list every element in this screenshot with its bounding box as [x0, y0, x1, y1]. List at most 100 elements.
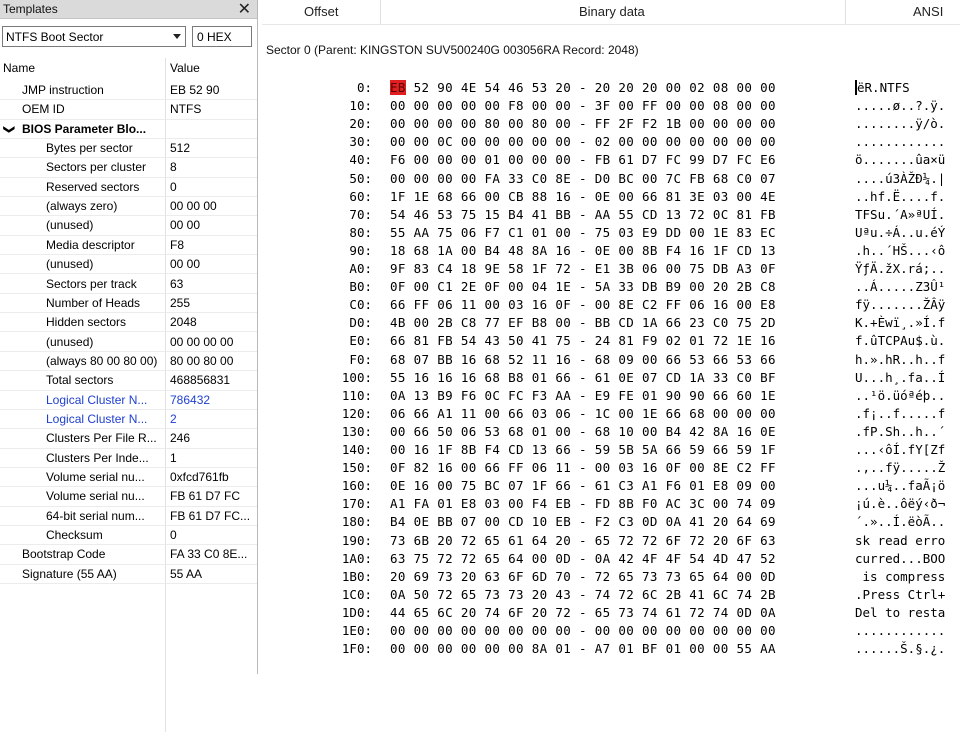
column-name-header[interactable]: Name [3, 61, 35, 75]
hex-row-bytes[interactable]: 00 00 00 00 00 00 00 00 - 00 00 00 00 00… [390, 623, 776, 638]
template-row[interactable]: (unused) 00 00 00 00 [0, 333, 257, 352]
hex-row-ansi[interactable]: ŸƒÄ.žX.rá;.. [855, 261, 960, 276]
hex-row-bytes[interactable]: 00 00 00 00 FA 33 C0 8E - D0 BC 00 7C FB… [390, 171, 776, 186]
hex-row-bytes[interactable]: EB 52 90 4E 54 46 53 20 - 20 20 20 00 02… [390, 80, 776, 95]
template-row[interactable]: Clusters Per File R... 246 [0, 429, 257, 449]
hex-row-bytes[interactable]: 63 75 72 72 65 64 00 0D - 0A 42 4F 4F 54… [390, 551, 776, 566]
hex-row-ansi[interactable]: fÿ.......ŽÂÿ [855, 297, 960, 312]
template-row[interactable]: Bytes per sector 512 [0, 139, 257, 159]
template-row[interactable]: (always zero) 00 00 00 [0, 197, 257, 217]
template-row[interactable]: ❯ BIOS Parameter Blo... [0, 120, 257, 139]
hex-row-bytes[interactable]: 54 46 53 75 15 B4 41 BB - AA 55 CD 13 72… [390, 207, 776, 222]
hex-row-bytes[interactable]: 55 AA 75 06 F7 C1 01 00 - 75 03 E9 DD 00… [390, 225, 776, 240]
template-row[interactable]: Reserved sectors 0 [0, 178, 257, 198]
hex-row-ansi[interactable]: curred...BOO [855, 551, 960, 566]
hex-row-bytes[interactable]: B4 0E BB 07 00 CD 10 EB - F2 C3 0D 0A 41… [390, 514, 776, 529]
hex-row-bytes[interactable]: 0E 16 00 75 BC 07 1F 66 - 61 C3 A1 F6 01… [390, 478, 776, 493]
template-row[interactable]: OEM ID NTFS [0, 100, 257, 120]
template-row[interactable]: (unused) 00 00 [0, 255, 257, 275]
hex-row-ansi[interactable]: ........ÿ/ò. [855, 116, 960, 131]
hex-row-ansi[interactable]: ¡ú.è..ôëý‹ð¬ [855, 496, 960, 511]
template-row[interactable]: 64-bit serial num... FB 61 D7 FC... [0, 507, 257, 526]
column-value-header[interactable]: Value [170, 61, 200, 75]
hex-row-ansi[interactable]: K.+Èwï¸.»Í.f [855, 315, 960, 330]
hex-row-ansi[interactable]: ............ [855, 134, 960, 149]
template-row[interactable]: (unused) 00 00 [0, 216, 257, 236]
hex-row-ansi[interactable]: ..Á.....Z3Û¹ [855, 279, 960, 294]
template-row[interactable]: Clusters Per Inde... 1 [0, 449, 257, 468]
template-row[interactable]: Sectors per cluster 8 [0, 158, 257, 178]
hex-row-bytes[interactable]: 68 07 BB 16 68 52 11 16 - 68 09 00 66 53… [390, 352, 776, 367]
hex-row-bytes[interactable]: 20 69 73 20 63 6F 6D 70 - 72 65 73 73 65… [390, 569, 776, 584]
hex-row-bytes[interactable]: 44 65 6C 20 74 6F 20 72 - 65 73 74 61 72… [390, 605, 776, 620]
template-row[interactable]: Total sectors 468856831 [0, 371, 257, 391]
hex-row-ansi[interactable]: ...‹ôÍ.fY[Zf [855, 442, 960, 457]
chevron-down-icon[interactable]: ❯ [3, 125, 16, 134]
template-row[interactable]: Volume serial nu... 0xfcd761fb [0, 468, 257, 488]
hex-row-ansi[interactable]: h.».hR..h..f [855, 352, 960, 367]
hex-row-ansi[interactable]: sk read erro [855, 533, 960, 548]
hex-row-ansi[interactable]: .fP.Sh..h..´ [855, 424, 960, 439]
hex-row-bytes[interactable]: 0A 50 72 65 73 73 20 43 - 74 72 6C 2B 41… [390, 587, 776, 602]
column-divider[interactable] [380, 0, 381, 24]
hex-row-ansi[interactable]: .‚..fÿ.....Ž [855, 460, 960, 475]
hex-row-ansi[interactable]: ..hf.Ë....f. [855, 189, 960, 204]
hex-row-bytes[interactable]: A1 FA 01 E8 03 00 F4 EB - FD 8B F0 AC 3C… [390, 496, 776, 511]
hex-row-bytes[interactable]: 66 81 FB 54 43 50 41 75 - 24 81 F9 02 01… [390, 333, 776, 348]
template-row[interactable]: Number of Heads 255 [0, 294, 257, 314]
hex-row-ansi[interactable]: ö.......ûa×ü [855, 152, 960, 167]
hex-row-ansi[interactable]: ......Š.§.¿. [855, 641, 960, 656]
hex-row-ansi[interactable]: .....ø..?.ÿ. [855, 98, 960, 113]
hex-row-ansi[interactable]: Uªu.÷Á..u.éÝ [855, 225, 960, 240]
template-row[interactable]: Checksum 0 [0, 526, 257, 546]
hex-row-ansi[interactable]: ....ú3ÀŽÐ¼.| [855, 171, 960, 186]
hex-row-bytes[interactable]: 00 00 00 00 00 F8 00 00 - 3F 00 FF 00 00… [390, 98, 776, 113]
hex-row-ansi[interactable]: is compress [855, 569, 960, 584]
template-row[interactable]: Logical Cluster N... 786432 [0, 391, 257, 410]
template-row[interactable]: (always 80 00 80 00) 80 00 80 00 [0, 352, 257, 372]
template-row[interactable]: Bootstrap Code FA 33 C0 8E... [0, 545, 257, 565]
offset-field[interactable]: 0 HEX [192, 26, 252, 47]
template-row[interactable]: Volume serial nu... FB 61 D7 FC [0, 487, 257, 507]
selected-byte[interactable]: EB [390, 80, 406, 95]
hex-row-ansi[interactable]: U...h¸.fa..Í [855, 370, 960, 385]
template-row[interactable]: JMP instruction EB 52 90 [0, 81, 257, 101]
hex-row-bytes[interactable]: 00 00 00 00 00 00 8A 01 - A7 01 BF 01 00… [390, 641, 776, 656]
hex-row-ansi[interactable]: TFSu.´A»ªUÍ. [855, 207, 960, 222]
hex-row-ansi[interactable]: ...u¼..faÃ¡ö [855, 478, 960, 493]
hex-row-ansi[interactable]: ´.»..Í.ëòÃ.. [855, 514, 960, 529]
template-row[interactable]: Sectors per track 63 [0, 275, 257, 294]
column-divider[interactable] [845, 0, 846, 24]
hex-row-bytes[interactable]: 1F 1E 68 66 00 CB 88 16 - 0E 00 66 81 3E… [390, 189, 776, 204]
hex-row-bytes[interactable]: F6 00 00 00 01 00 00 00 - FB 61 D7 FC 99… [390, 152, 776, 167]
hex-row-bytes[interactable]: 00 16 1F 8B F4 CD 13 66 - 59 5B 5A 66 59… [390, 442, 776, 457]
hex-row-bytes[interactable]: 0F 00 C1 2E 0F 00 04 1E - 5A 33 DB B9 00… [390, 279, 776, 294]
hex-row-bytes[interactable]: 0A 13 B9 F6 0C FC F3 AA - E9 FE 01 90 90… [390, 388, 776, 403]
template-row[interactable]: Hidden sectors 2048 [0, 313, 257, 333]
hex-row-ansi[interactable]: .f¡..f.....f [855, 406, 960, 421]
hex-row-bytes[interactable]: 00 00 0C 00 00 00 00 00 - 02 00 00 00 00… [390, 134, 776, 149]
hex-row-bytes[interactable]: 06 66 A1 11 00 66 03 06 - 1C 00 1E 66 68… [390, 406, 776, 421]
hex-row-bytes[interactable]: 00 00 00 00 80 00 80 00 - FF 2F F2 1B 00… [390, 116, 776, 131]
template-row[interactable]: Media descriptor F8 [0, 236, 257, 256]
hex-row-bytes[interactable]: 0F 82 16 00 66 FF 06 11 - 00 03 16 0F 00… [390, 460, 776, 475]
hex-row-ansi[interactable]: ëR.NTFS [855, 80, 960, 95]
hex-row-ansi[interactable]: .h..´HŠ...‹ô [855, 243, 960, 258]
hex-row-bytes[interactable]: 00 66 50 06 53 68 01 00 - 68 10 00 B4 42… [390, 424, 776, 439]
template-select[interactable]: NTFS Boot Sector [2, 26, 186, 47]
hex-row-bytes[interactable]: 18 68 1A 00 B4 48 8A 16 - 0E 00 8B F4 16… [390, 243, 776, 258]
hex-row-ansi[interactable]: Del to resta [855, 605, 960, 620]
hex-row-ansi[interactable]: ..¹ö.üóªéþ.. [855, 388, 960, 403]
hex-row-bytes[interactable]: 73 6B 20 72 65 61 64 20 - 65 72 72 6F 72… [390, 533, 776, 548]
close-icon[interactable]: ✕ [238, 0, 251, 19]
template-row-value: 468856831 [170, 373, 231, 388]
hex-row-bytes[interactable]: 9F 83 C4 18 9E 58 1F 72 - E1 3B 06 00 75… [390, 261, 776, 276]
template-row[interactable]: Signature (55 AA) 55 AA [0, 565, 257, 585]
hex-row-bytes[interactable]: 55 16 16 16 68 B8 01 66 - 61 0E 07 CD 1A… [390, 370, 776, 385]
hex-row-ansi[interactable]: ............ [855, 623, 960, 638]
hex-row-bytes[interactable]: 66 FF 06 11 00 03 16 0F - 00 8E C2 FF 06… [390, 297, 776, 312]
template-row[interactable]: Logical Cluster N... 2 [0, 410, 257, 430]
hex-row-bytes[interactable]: 4B 00 2B C8 77 EF B8 00 - BB CD 1A 66 23… [390, 315, 776, 330]
hex-row-ansi[interactable]: f.ûTCPAu$.ù. [855, 333, 960, 348]
hex-row-ansi[interactable]: .Press Ctrl+ [855, 587, 960, 602]
